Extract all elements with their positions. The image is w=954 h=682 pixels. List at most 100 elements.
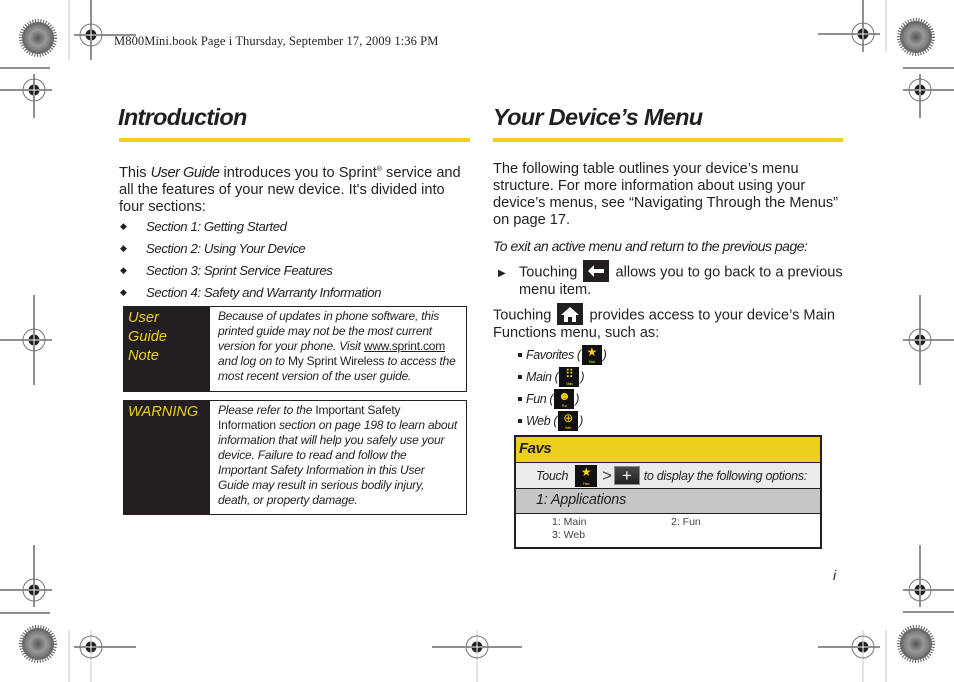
intro-text: This	[119, 164, 151, 181]
section-label: Section 3: Sprint Service Features	[146, 262, 333, 278]
warning-text: Please refer to the	[218, 403, 316, 417]
device-menu-title: Your Device’s Menu	[493, 104, 703, 130]
icon-caption: Main	[566, 382, 573, 386]
square-bullet-icon	[518, 353, 522, 357]
crosshair-bottom-center	[432, 630, 522, 682]
list-item: ◆ Section 2: Using Your Device	[120, 237, 381, 259]
add-plus-button[interactable]: +	[613, 466, 640, 485]
title-rule-right	[493, 138, 843, 142]
icon-caption: Web	[565, 426, 572, 430]
star-glyph: ★	[586, 345, 597, 359]
diamond-bullet-icon: ◆	[120, 242, 127, 253]
section-label: Section 1: Getting Started	[146, 218, 287, 234]
note-label: User Guide Note	[124, 307, 210, 391]
then-separator: >	[602, 465, 612, 485]
instruction-text: Touching	[493, 307, 556, 324]
user-guide-note-box: User Guide Note Because of updates in ph…	[123, 306, 467, 392]
favs-menu-table: Favs Touch ★ Favs > + to display the foll…	[514, 435, 822, 549]
icon-caption: Favs	[588, 360, 595, 364]
intro-text: introduces you to Sprint	[219, 164, 377, 181]
crosshair-mid-right	[903, 295, 954, 385]
starburst-mark-bottom-right	[897, 625, 935, 663]
starburst-mark-top-left	[19, 19, 57, 57]
warning-content: Please refer to the Important Safety Inf…	[210, 401, 466, 514]
instruction-text: Touching	[519, 264, 582, 281]
note-text: and log on to	[218, 354, 288, 368]
function-label: Fun (	[526, 392, 554, 406]
globe-icon: ⊕ Web	[558, 411, 579, 431]
intro-paragraph: This User Guide introduces you to Sprint…	[119, 161, 471, 216]
list-item: ◆ Section 4: Safety and Warranty Informat…	[120, 281, 382, 303]
applications-row: 1: Applications	[516, 489, 820, 514]
section-list: ◆ Section 1: Getting Started ◆ Section 2: …	[120, 215, 382, 303]
list-item: Web (⊕ Web)	[518, 410, 606, 432]
main-grid-icon: ⠿ Main	[559, 367, 580, 387]
starburst-mark-top-right	[897, 18, 935, 56]
main-functions-list: Favorites (★ Favs) Main (⠿ Main) Fun (☻ Fun…	[518, 344, 607, 432]
starburst-mark-bottom-left	[19, 625, 57, 663]
applications-options: 1: Main 2: Fun 3: Web	[516, 514, 820, 547]
diamond-bullet-icon: ◆	[120, 264, 127, 275]
crosshair-lower-left	[0, 545, 52, 614]
list-item: ◆ Section 1: Getting Started	[120, 215, 381, 237]
crosshair-bottom-left	[74, 630, 136, 682]
my-sprint-wireless-text: My Sprint Wireless	[287, 354, 385, 368]
crosshair-lower-right	[903, 545, 954, 613]
favs-star-icon[interactable]: ★ Favs	[575, 464, 598, 487]
diamond-bullet-icon: ◆	[120, 220, 127, 231]
favs-touch-row: Touch ★ Favs > + to display the following…	[516, 463, 820, 489]
home-icon[interactable]	[557, 303, 584, 325]
smiley-icon: ☻ Fun	[554, 389, 575, 409]
square-bullet-icon	[518, 375, 522, 379]
touch-suffix-text: to display the following options:	[643, 468, 807, 483]
note-label-line: Note	[128, 348, 159, 364]
list-item: Favorites (★ Favs)	[518, 344, 607, 366]
list-item: Fun (☻ Fun)	[518, 388, 606, 410]
function-label: Web (	[526, 414, 558, 428]
option-main: 1: Main	[552, 516, 587, 528]
option-web: 3: Web	[552, 529, 586, 541]
section-label: Section 2: Using Your Device	[146, 240, 306, 256]
diamond-bullet-icon: ◆	[120, 286, 127, 297]
close-paren: )	[579, 414, 583, 428]
title-rule-left	[119, 138, 470, 142]
print-slug: M800Mini.book Page i Thursday, September…	[114, 34, 439, 48]
list-item: ◆ Section 3: Sprint Service Features	[120, 259, 381, 281]
note-label-line: User	[128, 310, 159, 326]
crosshair-upper-left	[0, 67, 52, 118]
close-paren: )	[575, 392, 579, 406]
introduction-title: Introduction	[118, 104, 247, 130]
back-instruction: ▶ Touching allows you to go back to a pr…	[498, 260, 845, 299]
star-glyph: ★	[580, 464, 592, 479]
back-arrow-icon[interactable]	[583, 260, 610, 282]
square-bullet-icon	[518, 397, 522, 401]
star-icon: ★ Favs	[581, 345, 602, 365]
triangle-bullet-icon: ▶	[498, 268, 506, 279]
note-content: Because of updates in phone software, th…	[210, 307, 466, 391]
close-paren: )	[602, 348, 607, 362]
square-bullet-icon	[518, 419, 522, 423]
crosshair-top-right	[818, 0, 880, 52]
globe-glyph: ⊕	[563, 411, 573, 425]
close-paren: )	[580, 370, 585, 384]
list-item: Main (⠿ Main)	[518, 366, 606, 388]
crosshair-top-left	[74, 0, 136, 60]
function-label: Main (	[526, 370, 559, 384]
page-number: i	[833, 567, 837, 583]
back-instruction-text: Touching allows you to go back to a prev…	[519, 260, 845, 299]
icon-caption: Favs	[582, 481, 590, 486]
smiley-glyph: ☻	[558, 389, 571, 403]
note-label-line: Guide	[128, 329, 167, 345]
favs-table-header: Favs	[516, 437, 820, 463]
warning-box: WARNING Please refer to the Important Sa…	[123, 400, 467, 515]
home-instruction: Touching provides access to your device’…	[493, 303, 843, 342]
option-fun: 2: Fun	[671, 516, 701, 528]
user-guide-emphasis: User Guide	[150, 164, 220, 181]
icon-caption: Fun	[561, 404, 567, 408]
sprint-website-link[interactable]: www.sprint.com	[364, 339, 445, 353]
exit-menu-heading: To exit an active menu and return to the…	[493, 238, 808, 254]
grid-glyph: ⠿	[565, 367, 574, 381]
touch-label: Touch	[536, 468, 569, 483]
menu-intro-paragraph: The following table outlines your device…	[493, 161, 839, 228]
crosshair-bottom-right	[818, 630, 880, 682]
